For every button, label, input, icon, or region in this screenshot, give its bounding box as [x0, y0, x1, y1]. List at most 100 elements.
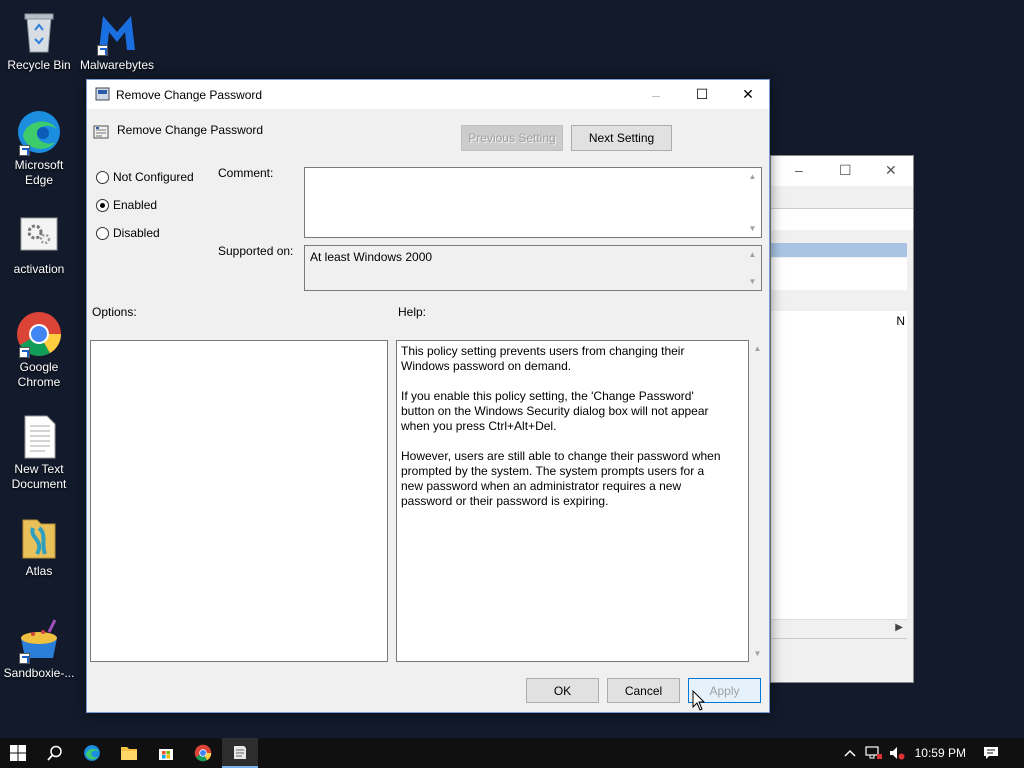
scroll-down-icon[interactable]: ▼ [744, 273, 761, 290]
background-window-panel [771, 258, 907, 290]
help-paragraph: However, users are still able to change … [401, 449, 721, 508]
taskbar-search-button[interactable] [37, 738, 73, 768]
radio-circle[interactable] [96, 170, 109, 184]
close-icon[interactable]: ✕ [885, 162, 897, 179]
desktop-icon-recycle-bin[interactable]: Recycle Bin [1, 8, 77, 73]
radio-label: Not Configured [113, 170, 194, 184]
sandboxie-icon [15, 616, 63, 664]
desktop-icon-activation[interactable]: activation [1, 212, 77, 277]
notepad-icon [234, 746, 246, 759]
shortcut-arrow-icon [19, 145, 30, 156]
chevron-right-icon[interactable]: ▶ [895, 622, 903, 633]
dialog-titlebar[interactable]: Remove Change Password – ☐ ✕ [87, 80, 769, 109]
edge-icon [15, 108, 63, 156]
desktop-icon-edge[interactable]: Microsoft Edge [1, 108, 77, 188]
start-button[interactable] [0, 738, 36, 768]
taskbar: 10:59 PM [0, 738, 1024, 768]
help-paragraph: If you enable this policy setting, the '… [401, 389, 709, 433]
desktop-icon-label: Recycle Bin [7, 58, 71, 72]
store-icon [159, 749, 173, 760]
previous-setting-button[interactable]: Previous Setting [461, 125, 563, 151]
help-scrollbar[interactable]: ▲ ▼ [749, 340, 766, 662]
help-text: This policy setting prevents users from … [401, 344, 728, 524]
radio-label: Disabled [113, 226, 160, 240]
scroll-up-icon[interactable]: ▲ [744, 168, 761, 185]
scroll-up-icon[interactable]: ▲ [749, 340, 766, 357]
next-setting-button[interactable]: Next Setting [571, 125, 672, 151]
minimize-icon[interactable]: – [795, 162, 803, 178]
shortcut-arrow-icon [19, 653, 30, 664]
radio-label: Enabled [113, 198, 158, 212]
supported-on-value: At least Windows 2000 [310, 250, 433, 264]
notifications-icon [984, 747, 998, 759]
desktop-icon-sandboxie[interactable]: Sandboxie-... [1, 616, 77, 681]
network-icon [865, 746, 882, 759]
radio-enabled[interactable]: Enabled [96, 198, 157, 212]
shortcut-arrow-icon [19, 347, 30, 358]
radio-disabled[interactable]: Disabled [96, 226, 160, 240]
options-label: Options: [92, 305, 137, 319]
tray-volume[interactable] [886, 738, 908, 768]
desktop-icon-new-text-document[interactable]: New Text Document [1, 412, 77, 492]
desktop-icon-atlas[interactable]: Atlas [1, 514, 77, 579]
tray-network[interactable] [862, 738, 886, 768]
scroll-down-icon[interactable]: ▼ [744, 220, 761, 237]
action-center-button[interactable] [978, 738, 1004, 768]
comment-scrollbar[interactable]: ▲ ▼ [744, 168, 761, 237]
horizontal-scrollbar[interactable]: ▶ [771, 619, 907, 636]
taskbar-notepad[interactable] [222, 738, 258, 768]
dialog-title: Remove Change Password [116, 88, 263, 102]
gear-icon [15, 212, 63, 260]
options-panel [90, 340, 388, 662]
atlas-icon [15, 514, 63, 562]
radio-circle[interactable] [96, 198, 109, 212]
malwarebytes-icon [93, 8, 141, 56]
desktop-icon-label: Atlas [25, 564, 53, 578]
policy-app-icon [95, 87, 110, 101]
supported-scrollbar[interactable]: ▲ ▼ [744, 246, 761, 290]
chrome-icon [194, 744, 212, 762]
ok-button[interactable]: OK [526, 678, 599, 703]
taskbar-file-explorer[interactable] [111, 738, 147, 768]
shortcut-arrow-icon [97, 45, 108, 56]
desktop-icon-label: Google Chrome [17, 360, 61, 389]
column-header-fragment: N [896, 314, 905, 328]
desktop-icon-malwarebytes[interactable]: Malwarebytes [79, 8, 155, 73]
setting-icon [93, 125, 109, 139]
supported-on-field: At least Windows 2000 ▲ ▼ [304, 245, 762, 291]
comment-label: Comment: [218, 166, 274, 180]
selected-row[interactable] [771, 243, 907, 257]
maximize-button[interactable]: ☐ [679, 80, 725, 109]
background-window-list[interactable] [771, 311, 907, 619]
cancel-button[interactable]: Cancel [607, 678, 680, 703]
scroll-down-icon[interactable]: ▼ [749, 645, 766, 662]
file-explorer-icon [121, 747, 137, 760]
taskbar-clock[interactable]: 10:59 PM [915, 746, 966, 760]
background-window-titlebar: – ☐ ✕ [771, 156, 913, 186]
scroll-up-icon[interactable]: ▲ [744, 246, 761, 263]
chrome-icon [15, 310, 63, 358]
maximize-icon[interactable]: ☐ [839, 162, 852, 179]
help-label: Help: [398, 305, 427, 319]
close-button[interactable]: ✕ [725, 80, 771, 109]
desktop-icon-label: Malwarebytes [79, 58, 155, 72]
taskbar-chrome[interactable] [185, 738, 221, 768]
background-window[interactable]: – ☐ ✕ N ▶ [770, 155, 914, 683]
tray-chevron-up[interactable] [840, 738, 860, 768]
minimize-button[interactable]: – [633, 80, 679, 109]
desktop-icon-label: New Text Document [11, 462, 67, 491]
radio-not-configured[interactable]: Not Configured [96, 170, 194, 184]
desktop-icon-label: Microsoft Edge [14, 158, 64, 187]
taskbar-store[interactable] [148, 738, 184, 768]
supported-on-label: Supported on: [218, 244, 294, 258]
taskbar-edge[interactable] [74, 738, 110, 768]
edge-icon [84, 745, 100, 761]
radio-circle[interactable] [96, 226, 109, 240]
help-panel[interactable]: This policy setting prevents users from … [396, 340, 749, 662]
start-icon [10, 745, 26, 761]
comment-field[interactable]: ▲ ▼ [304, 167, 762, 238]
desktop-icon-chrome[interactable]: Google Chrome [1, 310, 77, 390]
desktop-icon-label: activation [13, 262, 65, 276]
background-window-toolbar [771, 208, 913, 230]
policy-setting-dialog: Remove Change Password – ☐ ✕ Remove Chan… [86, 79, 770, 713]
